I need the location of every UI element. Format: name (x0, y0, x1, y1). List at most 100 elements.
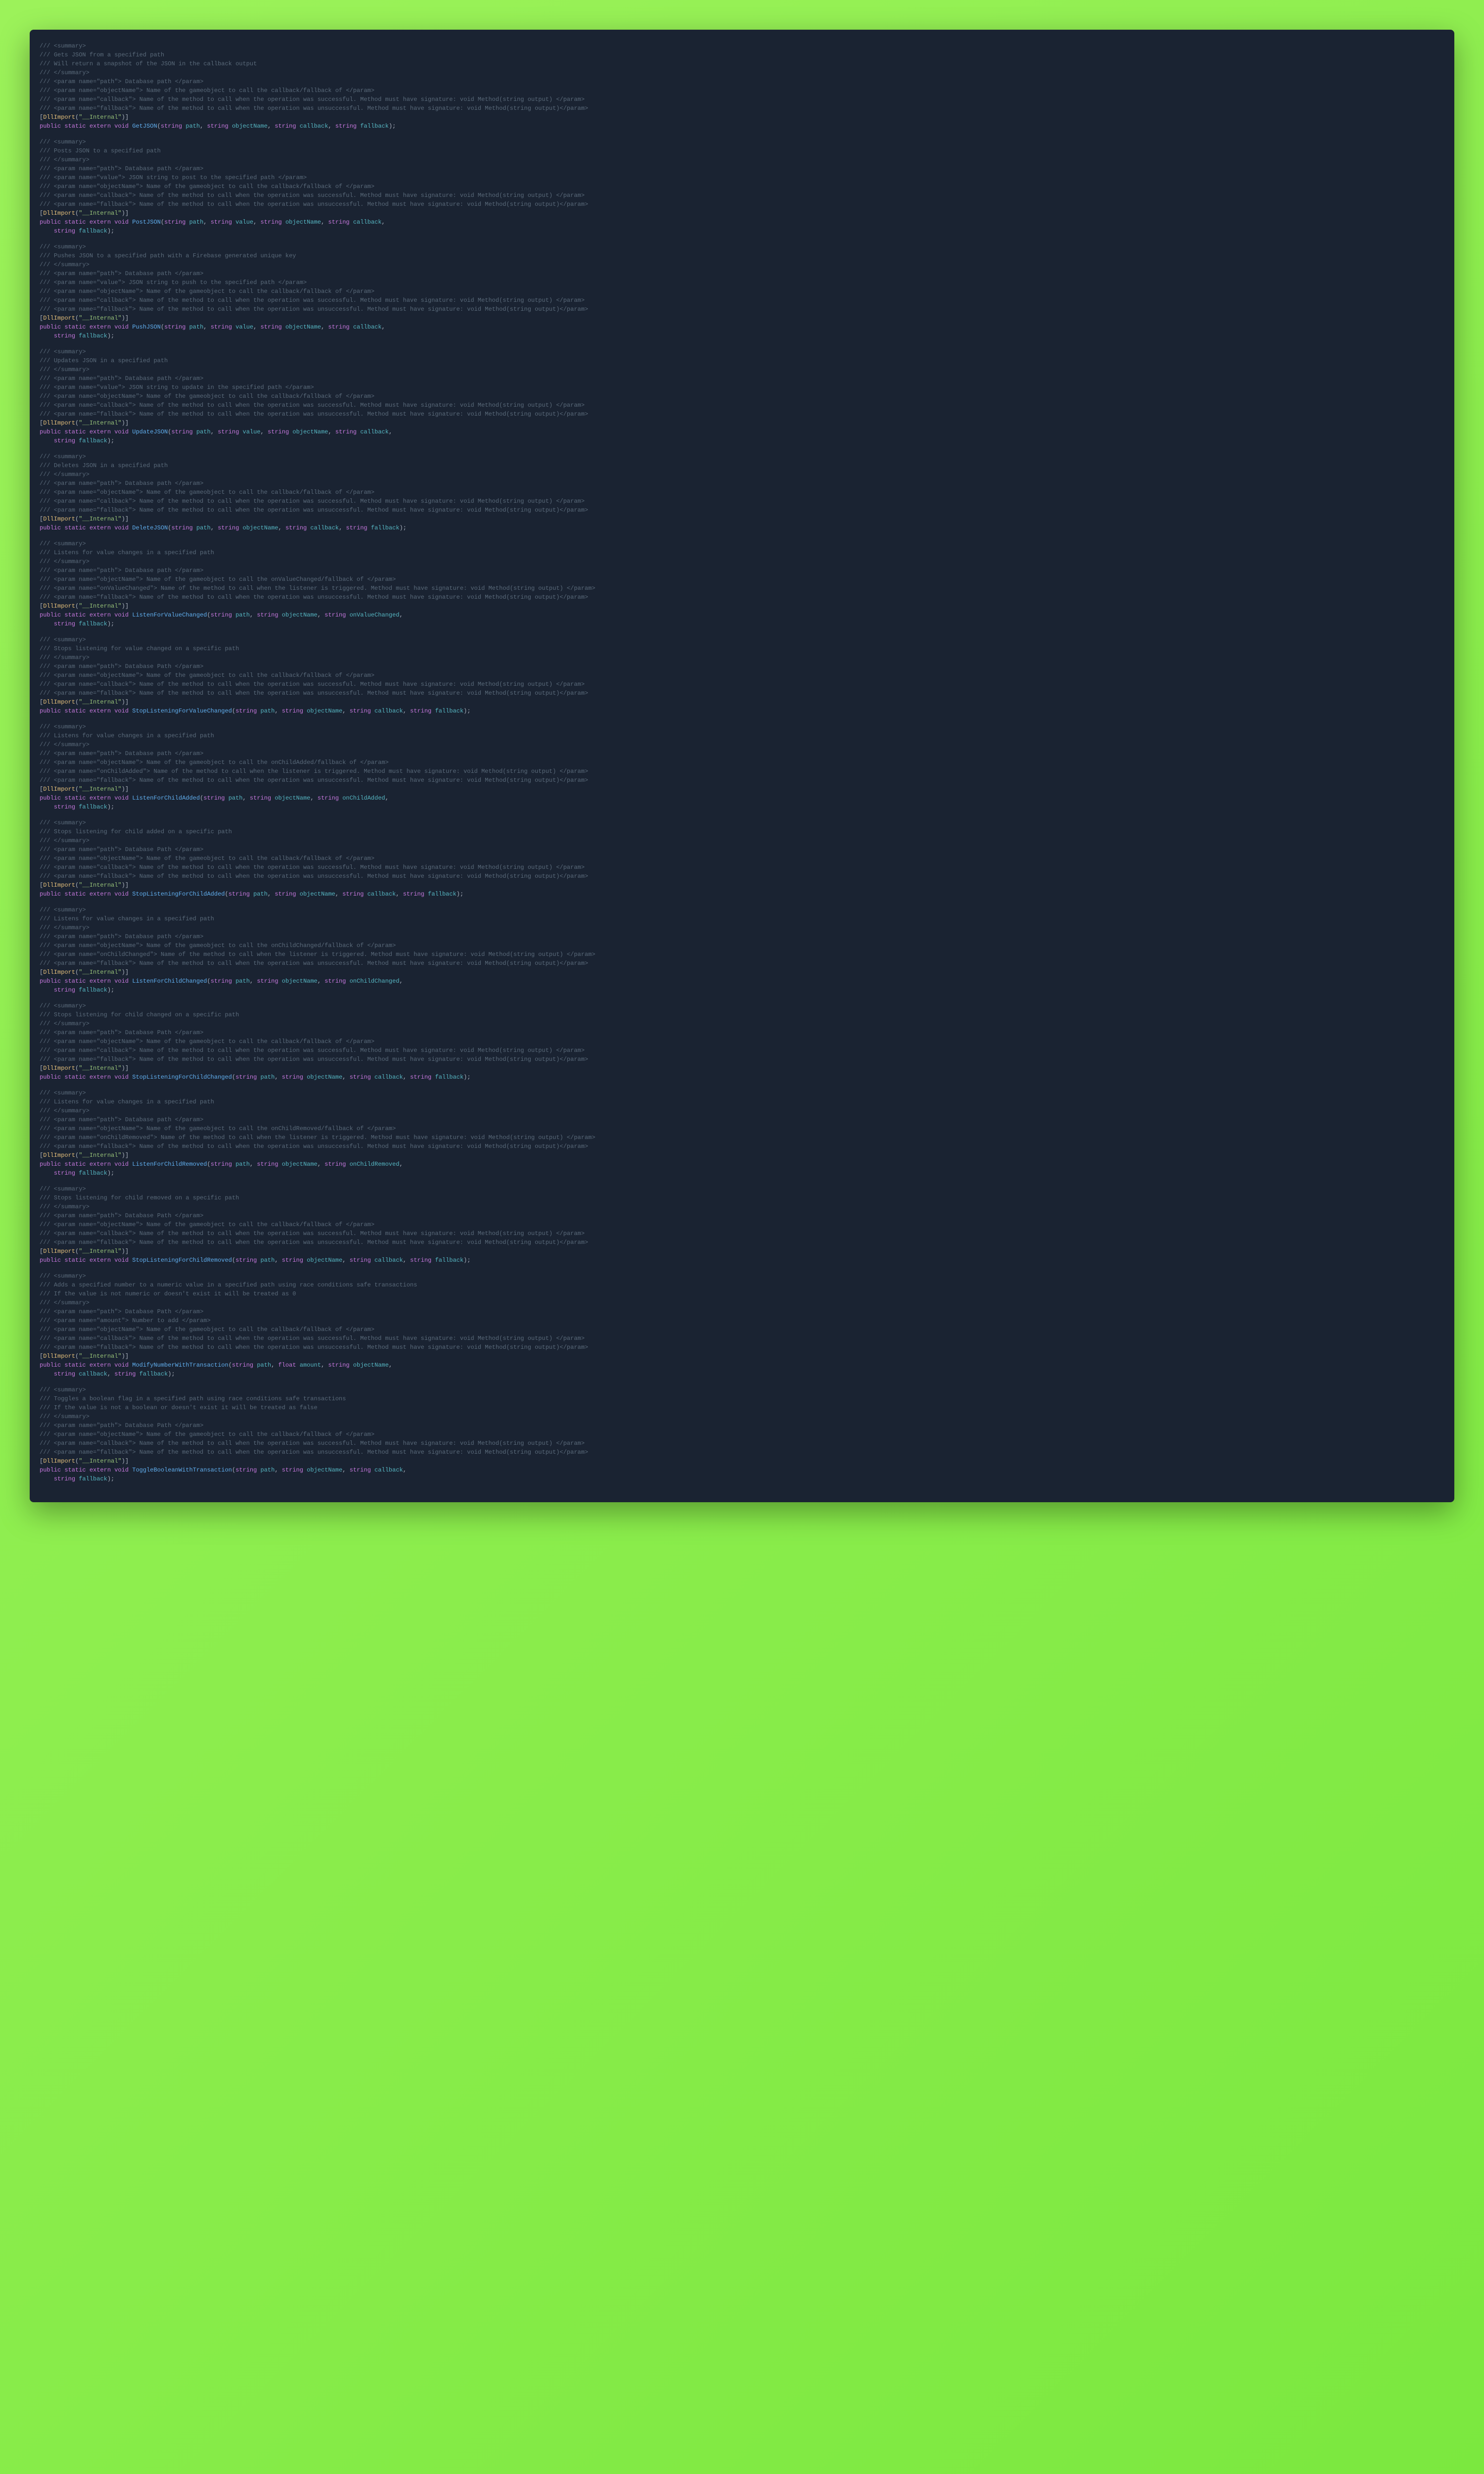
xml-doc-param: /// <param name="callback"> Name of the … (40, 1046, 1444, 1055)
attribute-line: [DllImport("__Internal")] (40, 113, 1444, 122)
method-signature: public static extern void ListenForChild… (40, 794, 1444, 803)
xml-doc-param: /// <param name="objectName"> Name of th… (40, 182, 1444, 191)
xml-doc-param: /// <param name="fallback"> Name of the … (40, 410, 1444, 419)
function-block: /// <summary>/// Stops listening for chi… (40, 1185, 1444, 1265)
xml-doc-summary-line: /// Will return a snapshot of the JSON i… (40, 59, 1444, 68)
xml-doc-summary-open: /// <summary> (40, 42, 1444, 50)
function-block: /// <summary>/// Gets JSON from a specif… (40, 42, 1444, 131)
attribute-line: [DllImport("__Internal")] (40, 419, 1444, 428)
xml-doc-param: /// <param name="path"> Database Path </… (40, 1028, 1444, 1037)
attribute-line: [DllImport("__Internal")] (40, 1457, 1444, 1466)
xml-doc-summary-line: /// Listens for value changes in a speci… (40, 914, 1444, 923)
xml-doc-summary-line: /// If the value is not a boolean or doe… (40, 1403, 1444, 1412)
xml-doc-param: /// <param name="objectName"> Name of th… (40, 1430, 1444, 1439)
method-signature: public static extern void ListenForChild… (40, 1160, 1444, 1169)
xml-doc-param: /// <param name="fallback"> Name of the … (40, 776, 1444, 785)
xml-doc-param: /// <param name="path"> Database path </… (40, 566, 1444, 575)
attribute-line: [DllImport("__Internal")] (40, 314, 1444, 323)
method-signature-cont: string fallback); (40, 1475, 1444, 1483)
xml-doc-param: /// <param name="objectName"> Name of th… (40, 854, 1444, 863)
xml-doc-summary-open: /// <summary> (40, 242, 1444, 251)
xml-doc-param: /// <param name="fallback"> Name of the … (40, 305, 1444, 314)
xml-doc-param: /// <param name="path"> Database path </… (40, 164, 1444, 173)
xml-doc-summary-open: /// <summary> (40, 722, 1444, 731)
method-signature-cont: string fallback); (40, 332, 1444, 340)
attribute-line: [DllImport("__Internal")] (40, 602, 1444, 611)
xml-doc-param: /// <param name="onChildRemoved"> Name o… (40, 1133, 1444, 1142)
xml-doc-param: /// <param name="onValueChanged"> Name o… (40, 584, 1444, 593)
xml-doc-param: /// <param name="objectName"> Name of th… (40, 488, 1444, 497)
xml-doc-summary-close: /// </summary> (40, 470, 1444, 479)
xml-doc-param: /// <param name="amount"> Number to add … (40, 1316, 1444, 1325)
method-signature: public static extern void ModifyNumberWi… (40, 1361, 1444, 1370)
xml-doc-param: /// <param name="fallback"> Name of the … (40, 959, 1444, 968)
xml-doc-summary-open: /// <summary> (40, 138, 1444, 146)
xml-doc-summary-open: /// <summary> (40, 1001, 1444, 1010)
xml-doc-param: /// <param name="fallback"> Name of the … (40, 1343, 1444, 1352)
attribute-line: [DllImport("__Internal")] (40, 209, 1444, 218)
method-signature: public static extern void ListenForValue… (40, 611, 1444, 619)
xml-doc-param: /// <param name="fallback"> Name of the … (40, 104, 1444, 113)
xml-doc-summary-close: /// </summary> (40, 1202, 1444, 1211)
xml-doc-param: /// <param name="path"> Database Path </… (40, 1307, 1444, 1316)
xml-doc-summary-open: /// <summary> (40, 452, 1444, 461)
xml-doc-summary-open: /// <summary> (40, 818, 1444, 827)
xml-doc-summary-open: /// <summary> (40, 1089, 1444, 1097)
xml-doc-summary-close: /// </summary> (40, 155, 1444, 164)
xml-doc-summary-close: /// </summary> (40, 68, 1444, 77)
function-block: /// <summary>/// Stops listening for chi… (40, 818, 1444, 899)
method-signature: public static extern void StopListeningF… (40, 1256, 1444, 1265)
xml-doc-param: /// <param name="objectName"> Name of th… (40, 671, 1444, 680)
xml-doc-param: /// <param name="fallback"> Name of the … (40, 1142, 1444, 1151)
xml-doc-param: /// <param name="fallback"> Name of the … (40, 593, 1444, 602)
xml-doc-param: /// <param name="objectName"> Name of th… (40, 86, 1444, 95)
xml-doc-summary-open: /// <summary> (40, 635, 1444, 644)
xml-doc-param: /// <param name="path"> Database Path </… (40, 845, 1444, 854)
xml-doc-summary-close: /// </summary> (40, 260, 1444, 269)
xml-doc-summary-line: /// Gets JSON from a specified path (40, 50, 1444, 59)
xml-doc-param: /// <param name="callback"> Name of the … (40, 863, 1444, 872)
xml-doc-summary-close: /// </summary> (40, 1412, 1444, 1421)
xml-doc-param: /// <param name="value"> JSON string to … (40, 173, 1444, 182)
function-block: /// <summary>/// Listens for value chang… (40, 1089, 1444, 1178)
attribute-line: [DllImport("__Internal")] (40, 1064, 1444, 1073)
method-signature-cont: string fallback); (40, 986, 1444, 995)
attribute-line: [DllImport("__Internal")] (40, 1352, 1444, 1361)
xml-doc-param: /// <param name="callback"> Name of the … (40, 497, 1444, 506)
method-signature-cont: string fallback); (40, 803, 1444, 811)
xml-doc-param: /// <param name="path"> Database path </… (40, 479, 1444, 488)
xml-doc-summary-line: /// Adds a specified number to a numeric… (40, 1281, 1444, 1289)
attribute-line: [DllImport("__Internal")] (40, 515, 1444, 523)
code-editor[interactable]: /// <summary>/// Gets JSON from a specif… (30, 30, 1454, 1502)
function-block: /// <summary>/// Toggles a boolean flag … (40, 1385, 1444, 1483)
xml-doc-summary-open: /// <summary> (40, 1385, 1444, 1394)
xml-doc-summary-close: /// </summary> (40, 1106, 1444, 1115)
function-block: /// <summary>/// Posts JSON to a specifi… (40, 138, 1444, 236)
function-block: /// <summary>/// Pushes JSON to a specif… (40, 242, 1444, 340)
xml-doc-summary-line: /// Stops listening for child removed on… (40, 1193, 1444, 1202)
xml-doc-summary-line: /// Listens for value changes in a speci… (40, 548, 1444, 557)
xml-doc-param: /// <param name="fallback"> Name of the … (40, 1238, 1444, 1247)
xml-doc-param: /// <param name="path"> Database path </… (40, 932, 1444, 941)
xml-doc-param: /// <param name="callback"> Name of the … (40, 401, 1444, 410)
function-block: /// <summary>/// Stops listening for chi… (40, 1001, 1444, 1082)
method-signature: public static extern void StopListeningF… (40, 707, 1444, 715)
xml-doc-summary-close: /// </summary> (40, 653, 1444, 662)
xml-doc-param: /// <param name="path"> Database path </… (40, 269, 1444, 278)
xml-doc-param: /// <param name="fallback"> Name of the … (40, 689, 1444, 698)
method-signature: public static extern void ToggleBooleanW… (40, 1466, 1444, 1475)
xml-doc-summary-line: /// Toggles a boolean flag in a specifie… (40, 1394, 1444, 1403)
attribute-line: [DllImport("__Internal")] (40, 968, 1444, 977)
method-signature: public static extern void StopListeningF… (40, 1073, 1444, 1082)
xml-doc-param: /// <param name="objectName"> Name of th… (40, 941, 1444, 950)
xml-doc-param: /// <param name="fallback"> Name of the … (40, 872, 1444, 881)
xml-doc-param: /// <param name="callback"> Name of the … (40, 1334, 1444, 1343)
xml-doc-param: /// <param name="fallback"> Name of the … (40, 506, 1444, 515)
xml-doc-param: /// <param name="callback"> Name of the … (40, 296, 1444, 305)
method-signature-cont: string fallback); (40, 227, 1444, 236)
xml-doc-summary-line: /// Pushes JSON to a specified path with… (40, 251, 1444, 260)
xml-doc-summary-close: /// </summary> (40, 923, 1444, 932)
xml-doc-summary-line: /// Updates JSON in a specified path (40, 356, 1444, 365)
xml-doc-summary-close: /// </summary> (40, 1298, 1444, 1307)
function-block: /// <summary>/// Updates JSON in a speci… (40, 347, 1444, 445)
